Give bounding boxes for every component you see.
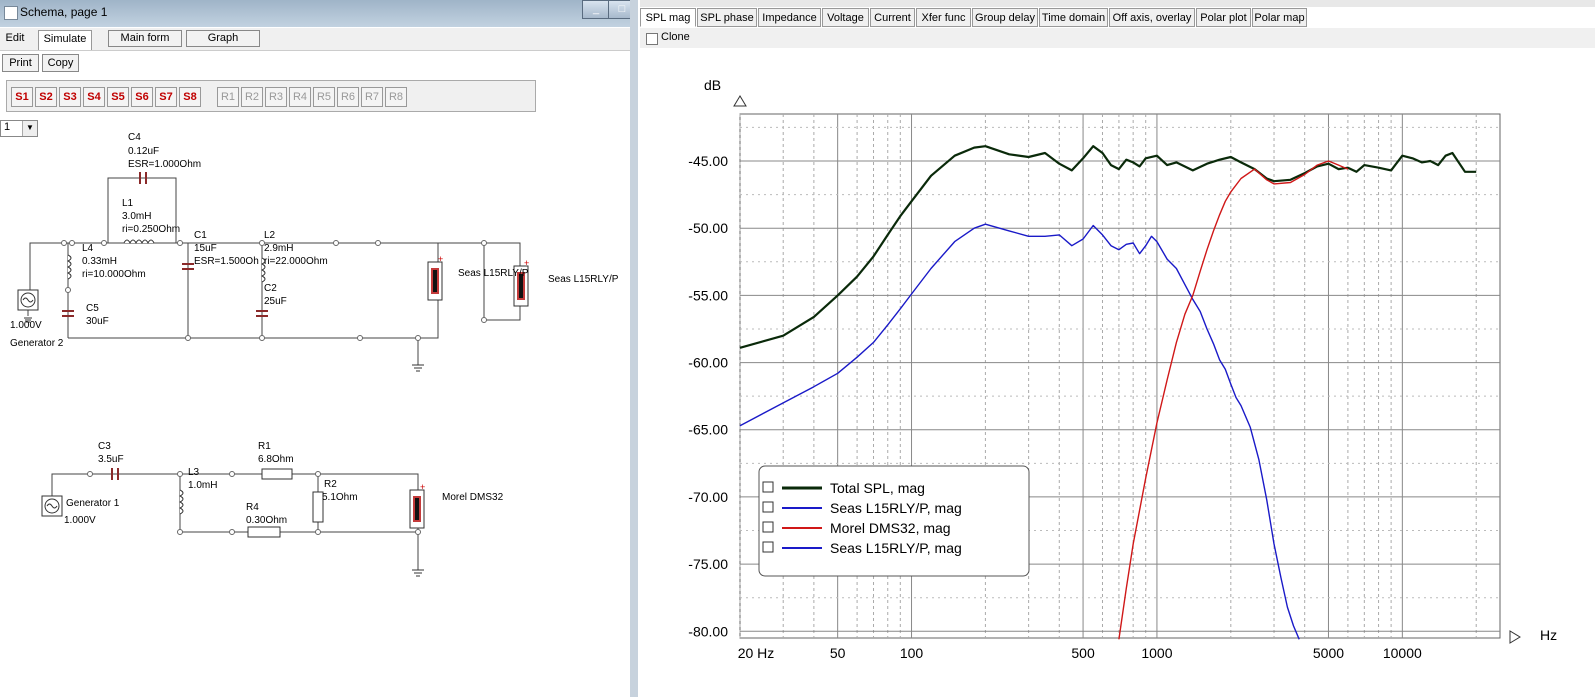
chart-legend: Total SPL, mag Seas L15RLY/P, mag Morel DM… xyxy=(758,465,1030,577)
tab-polar-plot[interactable]: Polar plot xyxy=(1196,8,1251,27)
label-speaker-2: Seas L15RLY/P xyxy=(548,274,619,285)
label-r4-name: R4 xyxy=(246,502,259,513)
legend-checkbox xyxy=(762,501,774,513)
label-l4-value: 0.33mH xyxy=(82,256,118,267)
label-c3-value: 3.5uF xyxy=(98,454,124,465)
label-gen1-voltage: 1.000V xyxy=(64,515,96,526)
x-axis-arrow xyxy=(1509,630,1521,644)
y-tick-label: -50.00 xyxy=(688,220,728,236)
label-c1-value: 15uF xyxy=(194,243,217,254)
tab-current[interactable]: Current xyxy=(870,8,915,27)
y-axis-label: dB xyxy=(704,77,721,93)
label-c1-esr: ESR=1.500Oh xyxy=(194,256,259,267)
legend-checkbox xyxy=(762,481,774,493)
x-axis-label: Hz xyxy=(1540,627,1557,643)
label-l1-ri: ri=0.250Ohm xyxy=(122,224,181,235)
clone-checkbox[interactable] xyxy=(646,33,658,45)
label-speaker-1: Seas L15RLY/P xyxy=(458,268,529,279)
y-tick-label: -45.00 xyxy=(688,153,728,169)
legend-label: Morel DMS32, mag xyxy=(830,520,951,536)
label-c4-esr: ESR=1.000Ohm xyxy=(128,159,202,170)
label-l3-name: L3 xyxy=(188,467,200,478)
x-tick-label: 10000 xyxy=(1383,645,1422,661)
label-c2-name: C2 xyxy=(264,283,277,294)
label-r2-name: R2 xyxy=(324,479,337,490)
legend-label: Seas L15RLY/P, mag xyxy=(830,540,962,556)
y-tick-label: -55.00 xyxy=(688,287,728,303)
top-menu-strip xyxy=(640,0,1595,7)
label-gen1-name: Generator 1 xyxy=(66,498,120,509)
label-gen2-voltage: 1.000V xyxy=(10,320,42,331)
spl-chart: -45.00 -50.00 -55.00 -60.00 -65.00 -70.00 -75.… xyxy=(688,77,1557,661)
label-l2-value: 2.9mH xyxy=(264,243,294,254)
label-l2-name: L2 xyxy=(264,230,276,241)
label-l2-ri: ri=22.000Ohm xyxy=(264,256,328,267)
y-tick-label: -60.00 xyxy=(688,355,728,371)
tab-voltage[interactable]: Voltage xyxy=(822,8,869,27)
tab-group-delay[interactable]: Group delay xyxy=(972,8,1038,27)
label-r2-value: 5.1Ohm xyxy=(322,492,358,503)
tab-spl-mag[interactable]: SPL mag xyxy=(640,8,696,27)
label-l1-name: L1 xyxy=(122,198,134,209)
y-tick-label: -65.00 xyxy=(688,422,728,438)
y-axis-arrow xyxy=(733,95,747,107)
label-c5-value: 30uF xyxy=(86,316,109,327)
tab-xfer-func[interactable]: Xfer func xyxy=(916,8,971,27)
svg-text:+: + xyxy=(438,254,443,264)
y-tick-label: -80.00 xyxy=(688,623,728,639)
label-l3-value: 1.0mH xyxy=(188,480,218,491)
tab-impedance[interactable]: Impedance xyxy=(758,8,821,27)
schematic-canvas: + + + xyxy=(17,172,529,577)
label-r1-value: 6.8Ohm xyxy=(258,454,294,465)
label-speaker-3: Morel DMS32 xyxy=(442,492,504,503)
y-tick-labels: -45.00 -50.00 -55.00 -60.00 -65.00 -70.00 -75.… xyxy=(688,153,728,639)
x-tick-label: 1000 xyxy=(1141,645,1172,661)
tab-polar-map[interactable]: Polar map xyxy=(1252,8,1307,27)
label-c4-value: 0.12uF xyxy=(128,146,160,157)
x-tick-labels: 20 Hz 50 100 500 1000 5000 10000 xyxy=(738,645,1422,661)
y-tick-label: -75.00 xyxy=(688,556,728,572)
svg-text:+: + xyxy=(524,258,529,268)
label-r4-value: 0.30Ohm xyxy=(246,515,288,526)
label-c4-name: C4 xyxy=(128,132,141,143)
speaker-icon: + + + xyxy=(409,254,529,529)
clone-bar: Clone xyxy=(640,28,1595,48)
tab-off-axis-overlay[interactable]: Off axis, overlay xyxy=(1109,8,1195,27)
label-gen2-name: Generator 2 xyxy=(10,338,64,349)
x-tick-label: 50 xyxy=(830,645,846,661)
label-l1-value: 3.0mH xyxy=(122,211,152,222)
spl-chart-area: -45.00 -50.00 -55.00 -60.00 -65.00 -70.00 -75.… xyxy=(640,48,1595,697)
label-r1-name: R1 xyxy=(258,441,271,452)
tab-time-domain[interactable]: Time domain xyxy=(1039,8,1108,27)
label-c5-name: C5 xyxy=(86,303,99,314)
legend-label: Total SPL, mag xyxy=(830,480,925,496)
tab-spl-phase[interactable]: SPL phase xyxy=(697,8,757,27)
label-l4-ri: ri=10.000Ohm xyxy=(82,269,146,280)
window-divider[interactable] xyxy=(630,0,638,697)
x-tick-label: 100 xyxy=(900,645,924,661)
x-tick-label: 500 xyxy=(1071,645,1095,661)
y-tick-label: -70.00 xyxy=(688,489,728,505)
clone-label: Clone xyxy=(661,31,690,43)
legend-label: Seas L15RLY/P, mag xyxy=(830,500,962,516)
label-c2-value: 25uF xyxy=(264,296,287,307)
label-l4-name: L4 xyxy=(82,243,94,254)
x-tick-label: 5000 xyxy=(1313,645,1344,661)
svg-text:+: + xyxy=(420,482,425,492)
x-tick-label: 20 Hz xyxy=(738,645,775,661)
legend-checkbox xyxy=(762,521,774,533)
label-c3-name: C3 xyxy=(98,441,111,452)
label-c1-name: C1 xyxy=(194,230,207,241)
legend-checkbox xyxy=(762,541,774,553)
schematic-window: Schema, page 1 _ □ Edit Simulate Main fo… xyxy=(0,0,636,697)
